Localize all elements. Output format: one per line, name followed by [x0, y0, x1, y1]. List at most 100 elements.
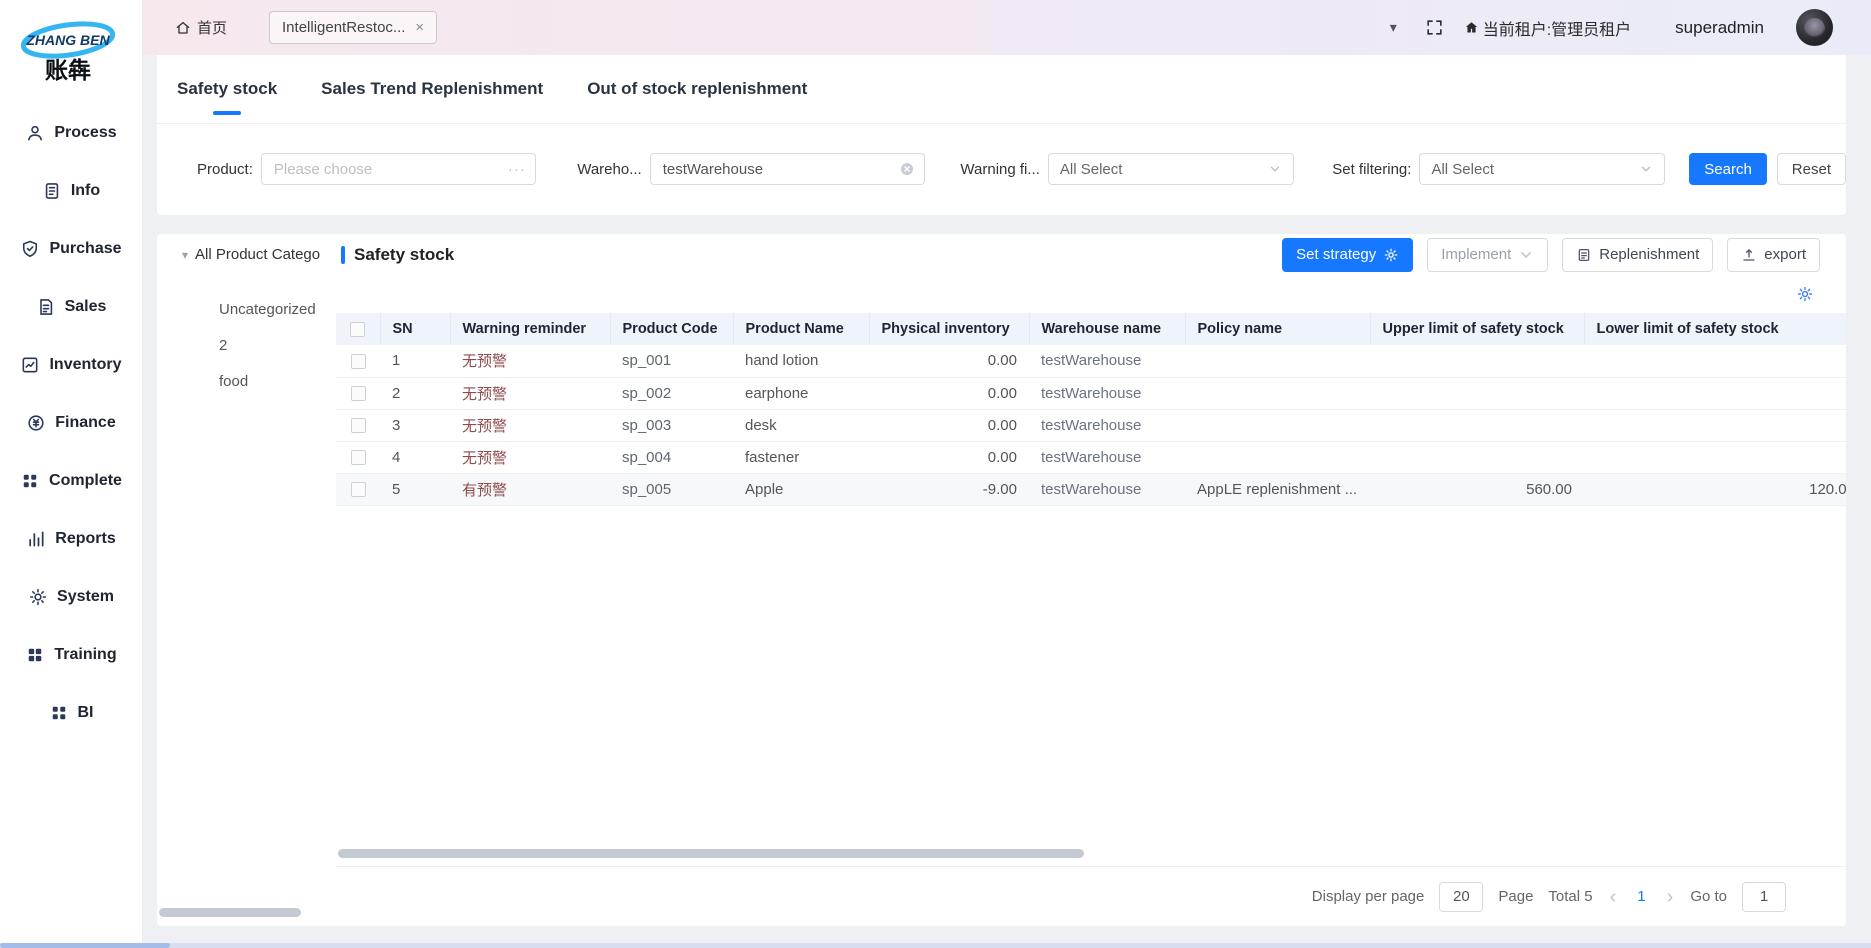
grid-icon: [25, 645, 45, 665]
product-input[interactable]: [261, 153, 536, 185]
cell-product-name: earphone: [733, 377, 869, 409]
fullscreen-icon[interactable]: [1425, 18, 1444, 37]
gear-icon: [28, 587, 48, 607]
export-button[interactable]: export: [1727, 238, 1820, 272]
tree-item-2[interactable]: 2: [157, 327, 336, 363]
category-tree-list: Uncategorized 2 food: [157, 275, 336, 399]
panel-title-block: Safety stock: [341, 234, 454, 275]
current-page[interactable]: 1: [1633, 888, 1649, 905]
cell-lower-limit: 120.00: [1584, 473, 1846, 505]
cell-physical-inventory: 0.00: [869, 409, 1029, 441]
set-filtering-label: Set filtering:: [1332, 161, 1411, 178]
sidebar-item-complete[interactable]: Complete: [0, 452, 142, 510]
page-size-input[interactable]: [1439, 882, 1483, 912]
cell-product-code: sp_005: [610, 473, 733, 505]
goto-label: Go to: [1690, 888, 1727, 905]
cell-upper-limit: 560.00: [1370, 473, 1584, 505]
replenishment-button[interactable]: Replenishment: [1562, 238, 1713, 272]
select-all-checkbox[interactable]: [350, 322, 365, 337]
warehouse-input[interactable]: [650, 153, 925, 185]
sidebar-item-info[interactable]: Info: [0, 162, 142, 220]
cell-policy: [1185, 377, 1370, 409]
sidebar-item-reports[interactable]: Reports: [0, 510, 142, 568]
open-page-tab-label: IntelligentRestoc...: [282, 19, 405, 36]
tree-item-food[interactable]: food: [157, 363, 336, 399]
cell-product-code: sp_004: [610, 441, 733, 473]
row-checkbox[interactable]: [351, 450, 366, 465]
set-filtering-value: All Select: [1431, 161, 1494, 178]
next-page-icon[interactable]: ›: [1665, 887, 1676, 907]
table-row: 3 无预警 sp_003 desk 0.00 testWarehouse: [336, 409, 1846, 441]
row-checkbox[interactable]: [351, 354, 366, 369]
prev-page-icon[interactable]: ‹: [1608, 887, 1619, 907]
panel-header: ▾ All Product Catego Safety stock Set st…: [157, 234, 1846, 275]
ellipsis-picker-icon[interactable]: ···: [508, 161, 526, 178]
col-lower-limit: Lower limit of safety stock: [1584, 313, 1846, 345]
tenant-switcher[interactable]: 当前租户:管理员租户: [1464, 16, 1631, 40]
open-page-tab[interactable]: IntelligentRestoc... ×: [269, 11, 437, 44]
sidebar-item-system[interactable]: System: [0, 568, 142, 626]
breadcrumb-home[interactable]: 首页: [175, 17, 227, 38]
cell-warehouse: testWarehouse: [1029, 345, 1185, 377]
column-settings-gear-icon[interactable]: [1796, 285, 1814, 303]
category-tree-root[interactable]: ▾ All Product Catego: [182, 234, 320, 275]
chevron-down-icon: [1268, 162, 1282, 176]
search-button[interactable]: Search: [1689, 153, 1767, 185]
table-row: 1 无预警 sp_001 hand lotion 0.00 testWareho…: [336, 345, 1846, 377]
sidebar-item-process[interactable]: Process: [0, 104, 142, 162]
sidebar-item-label: Complete: [49, 472, 122, 490]
caret-down-icon[interactable]: ▾: [182, 248, 188, 262]
logo-text-cn: 账犇: [45, 57, 91, 83]
sidebar-item-finance[interactable]: Finance: [0, 394, 142, 452]
category-tree: Uncategorized 2 food: [157, 275, 336, 926]
tree-item-uncategorized[interactable]: Uncategorized: [157, 291, 336, 327]
table-horizontal-scrollbar[interactable]: [338, 849, 1084, 858]
table-row: 2 无预警 sp_002 earphone 0.00 testWarehouse: [336, 377, 1846, 409]
tab-safety-stock[interactable]: Safety stock: [177, 55, 277, 123]
avatar[interactable]: [1796, 9, 1833, 46]
panel-title: Safety stock: [354, 245, 454, 265]
row-checkbox[interactable]: [351, 418, 366, 433]
reset-button[interactable]: Reset: [1777, 153, 1846, 185]
page-label: Page: [1498, 888, 1533, 905]
sidebar-item-sales[interactable]: Sales: [0, 278, 142, 336]
tenant-label: 当前租户:管理员租户: [1483, 16, 1631, 40]
cell-warning: 无预警: [450, 441, 610, 473]
chevron-down-icon: [1639, 162, 1653, 176]
set-filtering-select[interactable]: All Select: [1419, 153, 1665, 185]
cell-physical-inventory: -9.00: [869, 473, 1029, 505]
total-count: Total 5: [1548, 888, 1592, 905]
cell-lower-limit: [1584, 345, 1846, 377]
row-checkbox[interactable]: [351, 386, 366, 401]
sidebar-item-bi[interactable]: BI: [0, 684, 142, 742]
row-checkbox[interactable]: [351, 482, 366, 497]
sidebar: ZHANG BEN 账犇 Process Info Purchase Sales: [0, 0, 143, 948]
page-horizontal-scrollbar-track: [0, 943, 1871, 948]
cell-product-name: hand lotion: [733, 345, 869, 377]
tab-sales-trend-replenishment[interactable]: Sales Trend Replenishment: [321, 55, 543, 123]
sidebar-item-inventory[interactable]: Inventory: [0, 336, 142, 394]
page-horizontal-scrollbar-thumb[interactable]: [0, 943, 170, 948]
username[interactable]: superadmin: [1675, 18, 1764, 38]
breadcrumb-home-label: 首页: [197, 17, 227, 38]
sidebar-item-purchase[interactable]: Purchase: [0, 220, 142, 278]
clear-icon[interactable]: [899, 161, 915, 177]
implement-button[interactable]: Implement: [1427, 238, 1548, 272]
col-product-name: Product Name: [733, 313, 869, 345]
safety-stock-table: SN Warning reminder Product Code Product…: [336, 313, 1846, 506]
cell-upper-limit: [1370, 441, 1584, 473]
sidebar-item-training[interactable]: Training: [0, 626, 142, 684]
chevron-down-icon[interactable]: ▾: [1390, 19, 1397, 36]
tab-out-of-stock-replenishment[interactable]: Out of stock replenishment: [587, 55, 807, 123]
close-icon[interactable]: ×: [415, 19, 424, 36]
warning-filter-value: All Select: [1060, 161, 1123, 178]
set-strategy-label: Set strategy: [1296, 246, 1376, 263]
select-all-cell: [336, 313, 380, 345]
sidebar-item-label: Inventory: [49, 356, 121, 374]
cell-product-name: fastener: [733, 441, 869, 473]
goto-page-input[interactable]: [1742, 882, 1786, 912]
set-strategy-button[interactable]: Set strategy: [1282, 238, 1413, 272]
warning-filter-select[interactable]: All Select: [1048, 153, 1294, 185]
tree-horizontal-scrollbar[interactable]: [159, 908, 301, 917]
sidebar-item-label: Info: [71, 182, 100, 200]
